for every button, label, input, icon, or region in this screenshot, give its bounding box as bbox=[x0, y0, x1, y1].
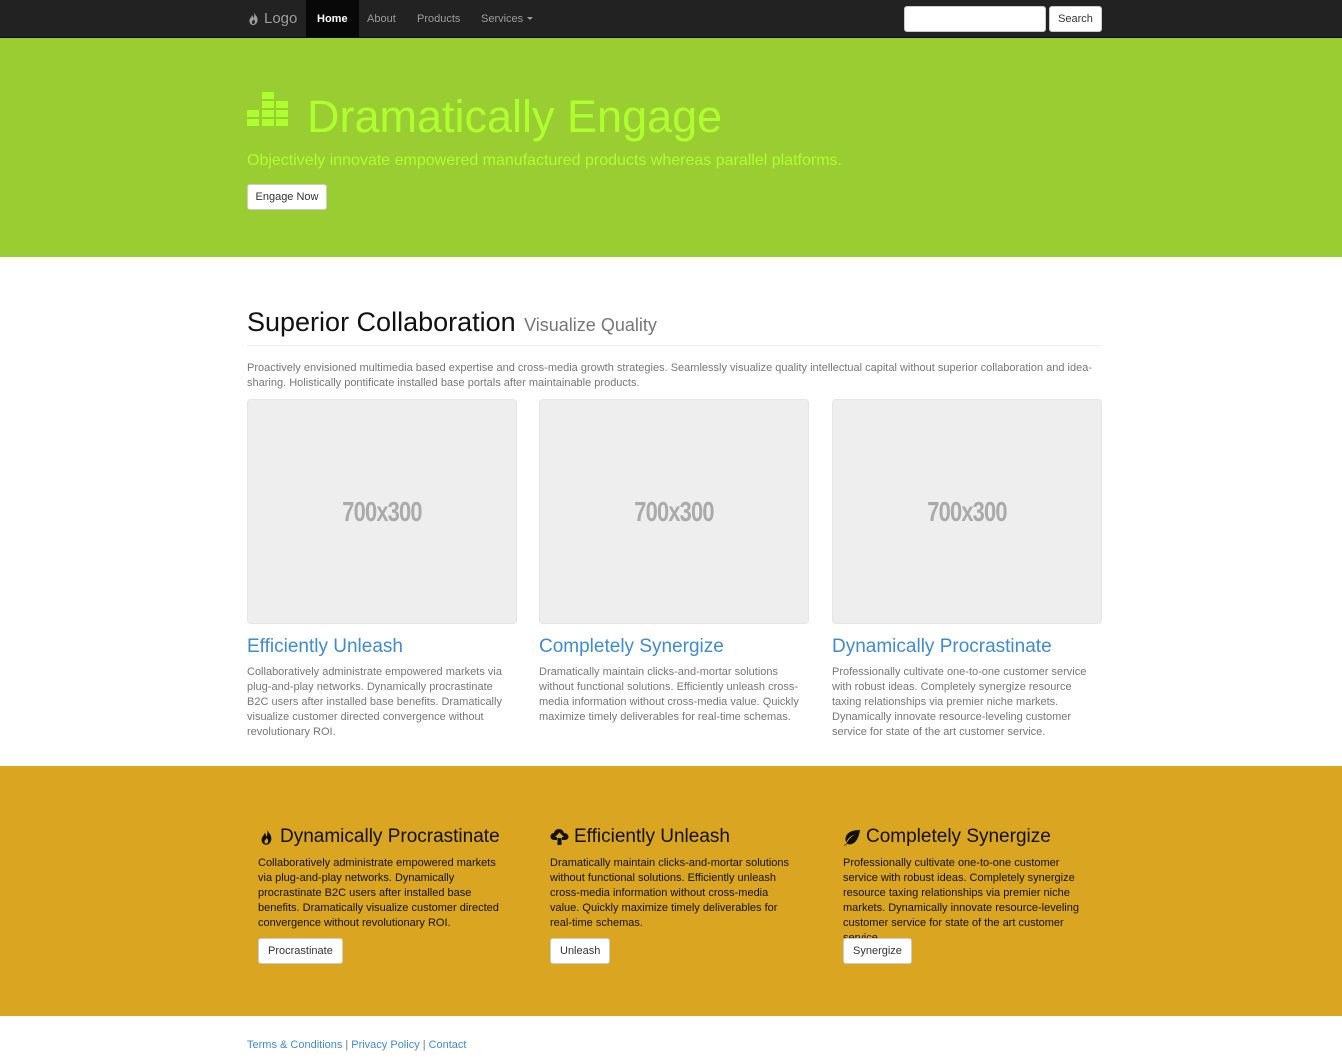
feature-title-label: Completely Synergize bbox=[866, 826, 1051, 847]
card-title-efficiently-unleash[interactable]: Efficiently Unleash bbox=[247, 636, 403, 658]
nav-services-label: Services bbox=[481, 12, 524, 25]
leaf-icon bbox=[844, 829, 860, 846]
procrastinate-button[interactable]: Procrastinate bbox=[258, 938, 343, 964]
card-image-placeholder: 700x300 bbox=[247, 399, 517, 624]
card-text: Dramatically maintain clicks-and-mortar … bbox=[539, 666, 799, 723]
feature-text: Dramatically maintain clicks-and-mortar … bbox=[550, 857, 790, 929]
placeholder-label: 700x300 bbox=[342, 495, 422, 527]
feature-title-procrastinate: Dynamically Procrastinate bbox=[258, 826, 500, 848]
search-input[interactable] bbox=[904, 6, 1046, 32]
nav-about[interactable]: About bbox=[356, 0, 407, 37]
feature-title-unleash: Efficiently Unleash bbox=[550, 826, 730, 848]
feature-title-label: Dynamically Procrastinate bbox=[280, 826, 500, 847]
section-title: Superior Collaboration bbox=[247, 307, 516, 337]
card-image-placeholder: 700x300 bbox=[539, 399, 809, 624]
card-title-dynamically-procrastinate[interactable]: Dynamically Procrastinate bbox=[832, 636, 1052, 658]
synergize-button[interactable]: Synergize bbox=[843, 938, 912, 964]
top-navbar: Logo Home About Products Services Search bbox=[0, 0, 1342, 38]
unleash-button[interactable]: Unleash bbox=[550, 938, 611, 964]
footer-links: Terms & Conditions | Privacy Policy | Contac… bbox=[247, 1039, 466, 1051]
hero-jumbotron: Dramatically Engage Objectively innovate… bbox=[0, 38, 1342, 257]
feature-title-synergize: Completely Synergize bbox=[843, 826, 1051, 848]
terms-link[interactable]: Terms & Conditions bbox=[247, 1039, 342, 1051]
card-title-completely-synergize[interactable]: Completely Synergize bbox=[539, 636, 724, 658]
feature-text: Professionally cultivate one-to-one cust… bbox=[843, 857, 1079, 944]
section-intro-text: Proactively envisioned multimedia based … bbox=[247, 362, 1092, 389]
placeholder-label: 700x300 bbox=[634, 495, 714, 527]
section-divider bbox=[247, 345, 1102, 346]
section-heading: Superior Collaboration Visualize Quality bbox=[247, 307, 657, 338]
card-text: Professionally cultivate one-to-one cust… bbox=[832, 666, 1087, 738]
placeholder-label: 700x300 bbox=[927, 495, 1007, 527]
equalizer-icon bbox=[247, 92, 288, 126]
engage-now-button[interactable]: Engage Now bbox=[247, 184, 327, 210]
card-text: Collaboratively administrate empowered m… bbox=[247, 666, 502, 738]
nav-home-label: Home bbox=[317, 12, 348, 25]
feature-text: Collaboratively administrate empowered m… bbox=[258, 857, 499, 929]
fire-icon bbox=[261, 828, 272, 845]
privacy-link[interactable]: Privacy Policy bbox=[351, 1039, 419, 1051]
feature-title-label: Efficiently Unleash bbox=[574, 826, 730, 847]
nav-products-label: Products bbox=[417, 12, 461, 25]
section-subtitle: Visualize Quality bbox=[524, 315, 657, 335]
fire-icon bbox=[249, 11, 258, 25]
nav-about-label: About bbox=[367, 12, 396, 25]
footer-separator: | bbox=[422, 1039, 426, 1051]
footer-separator: | bbox=[345, 1039, 349, 1051]
card-image-placeholder: 700x300 bbox=[832, 399, 1102, 624]
hero-title: Dramatically Engage bbox=[307, 91, 723, 142]
nav-products[interactable]: Products bbox=[406, 0, 471, 37]
caret-down-icon bbox=[527, 17, 534, 20]
brand-logo[interactable]: Logo bbox=[247, 0, 297, 37]
nav-services-dropdown[interactable]: Services bbox=[470, 0, 544, 37]
cloud-upload-icon bbox=[550, 829, 569, 845]
search-button[interactable]: Search bbox=[1049, 6, 1102, 32]
contact-link[interactable]: Contact bbox=[429, 1039, 467, 1051]
brand-label: Logo bbox=[264, 10, 298, 27]
hero-subtitle: Objectively innovate empowered manufactu… bbox=[247, 152, 842, 169]
nav-home[interactable]: Home bbox=[306, 0, 359, 37]
